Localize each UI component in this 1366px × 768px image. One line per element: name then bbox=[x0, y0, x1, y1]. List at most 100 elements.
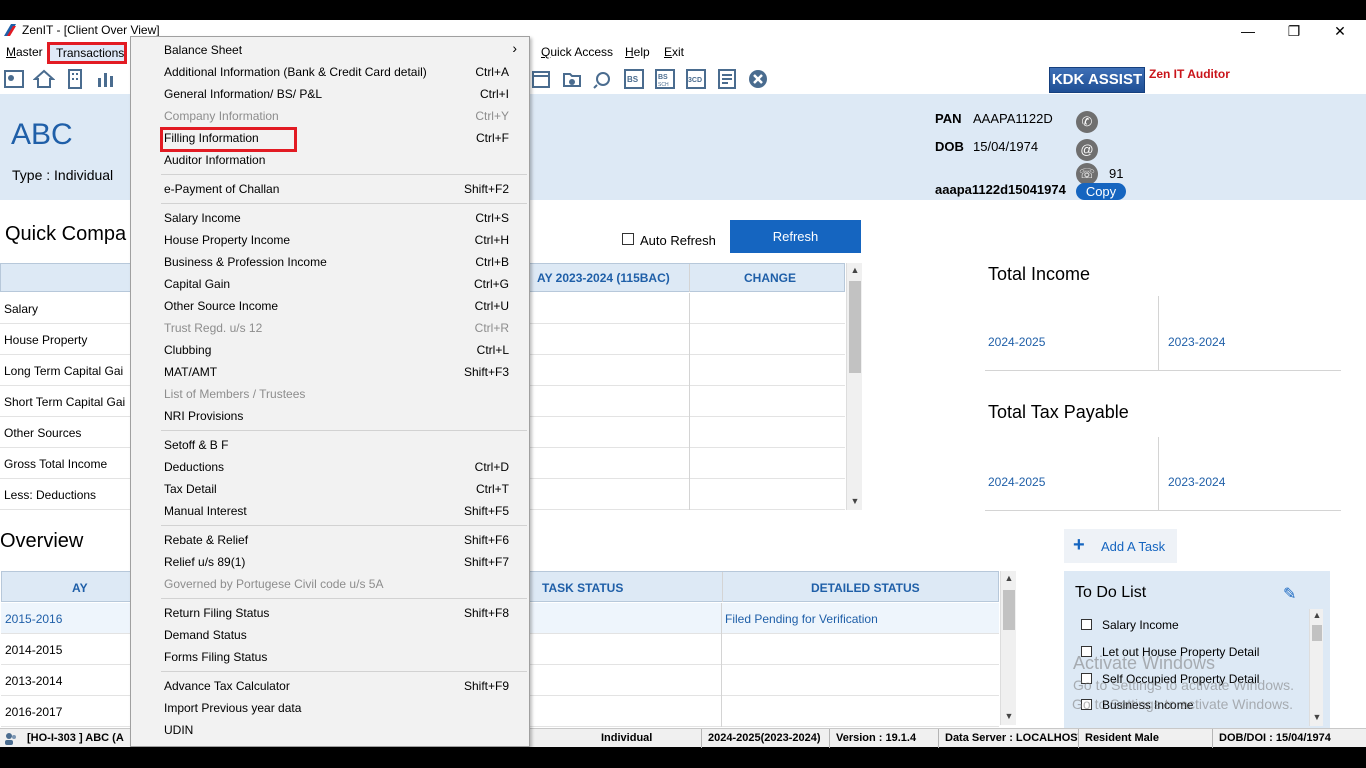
menu-item-udin[interactable]: UDIN bbox=[131, 718, 529, 740]
menu-item-general-information[interactable]: General Information/ BS/ P&L Ctrl+I bbox=[131, 82, 529, 104]
total-income-year-1[interactable]: 2024-2025 bbox=[988, 335, 1045, 349]
scroll-down-arrow[interactable]: ▼ bbox=[848, 496, 862, 506]
transactions-dropdown: Balance Sheet › Additional Information (B… bbox=[130, 36, 530, 747]
pan-value: AAAPA1122D bbox=[973, 111, 1053, 126]
zenit-logo-icon bbox=[4, 24, 16, 36]
task-scrollbar[interactable]: ▲ ▼ bbox=[1000, 571, 1016, 725]
menu-separator bbox=[161, 203, 527, 204]
close-window-button[interactable]: ✕ bbox=[1317, 20, 1363, 42]
menu-separator bbox=[161, 525, 527, 526]
overview-title: Overview bbox=[0, 530, 84, 552]
refresh-button[interactable]: Refresh bbox=[730, 220, 861, 253]
scroll-thumb[interactable] bbox=[1312, 625, 1322, 641]
close-circle-icon[interactable] bbox=[747, 68, 769, 90]
dob-value: 15/04/1974 bbox=[973, 139, 1039, 154]
menu-item-e-payment-of-challan[interactable]: e-Payment of Challan Shift+F2 bbox=[131, 177, 529, 199]
client-card-icon[interactable] bbox=[3, 68, 25, 90]
bar-chart-icon[interactable] bbox=[95, 68, 117, 90]
menu-exit[interactable]: Exit bbox=[664, 45, 684, 59]
scroll-up-arrow[interactable]: ▲ bbox=[1002, 573, 1016, 583]
scroll-down-arrow[interactable]: ▼ bbox=[1002, 711, 1016, 721]
add-task-button[interactable]: + Add A Task bbox=[1064, 529, 1177, 563]
kdk-assist-button[interactable]: KDK ASSIST bbox=[1049, 67, 1145, 93]
bs-schedule-icon[interactable]: BSSCH bbox=[654, 68, 676, 90]
edit-icon[interactable]: ✎ bbox=[1283, 584, 1296, 604]
scroll-up-arrow[interactable]: ▲ bbox=[848, 265, 862, 275]
balance-sheet-icon[interactable]: BS bbox=[623, 68, 645, 90]
menu-item-tax-detail[interactable]: Tax Detail Ctrl+T bbox=[131, 477, 529, 499]
menu-item-balance-sheet[interactable]: Balance Sheet › bbox=[131, 38, 529, 60]
form-3cd-icon[interactable]: 3CD bbox=[685, 68, 707, 90]
plus-icon: + bbox=[1073, 534, 1085, 556]
email-icon[interactable]: @ bbox=[1076, 139, 1098, 161]
activate-windows-hint: Go to Settings to activate Windows. bbox=[1073, 677, 1294, 693]
menu-item-demand-status[interactable]: Demand Status bbox=[131, 623, 529, 645]
scroll-up-arrow[interactable]: ▲ bbox=[1310, 610, 1324, 620]
menu-help[interactable]: Help bbox=[625, 45, 650, 59]
menu-item-setoff-bf[interactable]: Setoff & B F bbox=[131, 433, 529, 455]
restore-button[interactable]: ❐ bbox=[1271, 20, 1317, 42]
menu-item-return-filing-status[interactable]: Return Filing Status Shift+F8 bbox=[131, 601, 529, 623]
menu-item-import-previous-year[interactable]: Import Previous year data bbox=[131, 696, 529, 718]
menu-item-manual-interest[interactable]: Manual Interest Shift+F5 bbox=[131, 499, 529, 521]
menu-quick-access[interactable]: Quick Access bbox=[541, 45, 613, 59]
add-folder-icon[interactable] bbox=[561, 68, 583, 90]
divider bbox=[985, 370, 1341, 371]
divider bbox=[985, 510, 1341, 511]
client-name: ABC bbox=[11, 118, 73, 151]
menu-item-business-profession-income[interactable]: Business & Profession Income Ctrl+B bbox=[131, 250, 529, 272]
col-ay-115bac: AY 2023-2024 (115BAC) bbox=[537, 271, 670, 285]
comparison-scrollbar[interactable]: ▲ ▼ bbox=[846, 263, 862, 510]
menu-item-list-of-members: List of Members / Trustees bbox=[164, 387, 306, 401]
report-icon[interactable] bbox=[716, 68, 738, 90]
zen-it-auditor-link[interactable]: Zen IT Auditor bbox=[1149, 67, 1230, 81]
col-divider bbox=[1158, 437, 1159, 510]
scroll-down-arrow[interactable]: ▼ bbox=[1310, 712, 1324, 722]
status-residency: Resident Male bbox=[1080, 729, 1213, 748]
col-change: CHANGE bbox=[744, 271, 797, 285]
total-tax-year-1[interactable]: 2024-2025 bbox=[988, 475, 1045, 489]
client-type: Type : Individual bbox=[12, 167, 114, 183]
total-tax-year-2[interactable]: 2023-2024 bbox=[1168, 475, 1225, 489]
menu-item-advance-tax-calculator[interactable]: Advance Tax Calculator Shift+F9 bbox=[131, 674, 529, 696]
calendar-icon[interactable] bbox=[530, 68, 552, 90]
scroll-thumb[interactable] bbox=[1003, 590, 1015, 630]
status-client: [HO-I-303 ] ABC (A bbox=[27, 732, 124, 744]
menu-item-salary-income[interactable]: Salary Income Ctrl+S bbox=[131, 206, 529, 228]
todo-checkbox[interactable] bbox=[1081, 619, 1092, 630]
todo-scrollbar[interactable]: ▲ ▼ bbox=[1309, 609, 1323, 726]
menu-item-capital-gain[interactable]: Capital Gain Ctrl+G bbox=[131, 272, 529, 294]
col-task-status: TASK STATUS bbox=[542, 581, 624, 595]
menu-item-forms-filing-status[interactable]: Forms Filing Status bbox=[131, 645, 529, 667]
col-divider bbox=[689, 264, 690, 292]
menu-item-rebate-relief[interactable]: Rebate & Relief Shift+F6 bbox=[131, 528, 529, 550]
menu-item-mat-amt[interactable]: MAT/AMT Shift+F3 bbox=[131, 360, 529, 382]
menu-item-deductions[interactable]: Deductions Ctrl+D bbox=[131, 455, 529, 477]
menu-transactions[interactable]: Transactions bbox=[47, 42, 127, 64]
login-id: aaapa1122d15041974 bbox=[935, 182, 1066, 197]
menu-item-relief-89[interactable]: Relief u/s 89(1) Shift+F7 bbox=[131, 550, 529, 572]
detailed-status: Filed Pending for Verification bbox=[725, 612, 878, 626]
building-icon[interactable] bbox=[64, 68, 86, 90]
minimize-button[interactable]: — bbox=[1225, 20, 1271, 42]
menu-item-clubbing[interactable]: Clubbing Ctrl+L bbox=[131, 338, 529, 360]
status-server: Data Server : LOCALHOST bbox=[940, 729, 1079, 748]
menu-item-other-source-income[interactable]: Other Source Income Ctrl+U bbox=[131, 294, 529, 316]
telephone-icon[interactable]: ☏ bbox=[1076, 163, 1098, 185]
scroll-thumb[interactable] bbox=[849, 281, 861, 373]
filling-information-highlight bbox=[160, 127, 297, 152]
menu-master[interactable]: Master bbox=[6, 45, 43, 59]
submenu-arrow-icon: › bbox=[512, 40, 517, 56]
auto-refresh-checkbox[interactable] bbox=[622, 233, 634, 245]
activate-windows-hint: Go to Settings to activate Windows. bbox=[1072, 696, 1293, 712]
menu-item-house-property-income[interactable]: House Property Income Ctrl+H bbox=[131, 228, 529, 250]
todo-item[interactable]: Salary Income bbox=[1081, 618, 1179, 632]
phone-icon[interactable]: ✆ bbox=[1076, 111, 1098, 133]
todo-list-title: To Do List bbox=[1075, 584, 1147, 601]
home-icon[interactable] bbox=[33, 68, 55, 90]
menu-item-additional-information[interactable]: Additional Information (Bank & Credit Ca… bbox=[131, 60, 529, 82]
copy-button[interactable]: Copy bbox=[1076, 183, 1126, 200]
menu-item-nri-provisions[interactable]: NRI Provisions bbox=[131, 404, 529, 426]
total-income-year-2[interactable]: 2023-2024 bbox=[1168, 335, 1225, 349]
search-document-icon[interactable] bbox=[592, 68, 614, 90]
